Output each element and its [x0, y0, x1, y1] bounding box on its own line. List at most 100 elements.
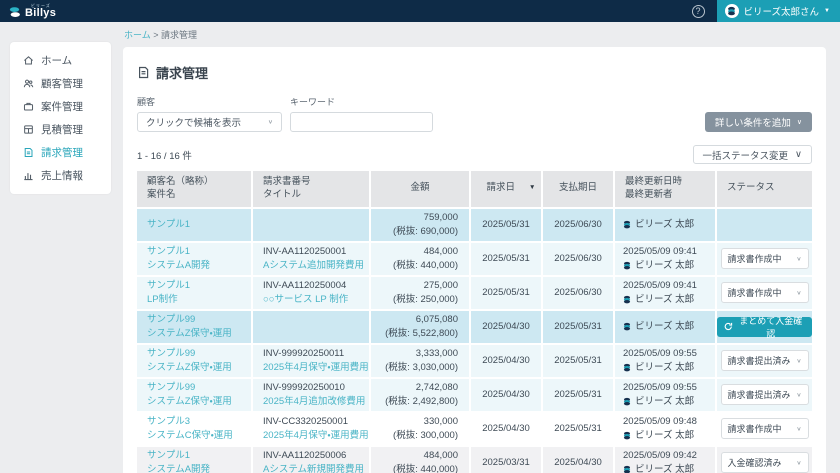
invoice-cell: INV-AA1120250001 Aシステム追加開発費用: [253, 242, 369, 275]
invoice-title-link[interactable]: 2025年4月保守・運用費用: [263, 429, 369, 442]
customer-link[interactable]: サンプル1: [147, 449, 251, 462]
status-dropdown[interactable]: 請求書作成中 ∨: [720, 418, 809, 440]
billys-logo-icon: [9, 6, 20, 17]
user-mini-avatar-icon: [623, 295, 631, 304]
user-mini-avatar-icon: [623, 431, 631, 440]
user-menu-button[interactable]: ビリーズ太郎さん ▼: [716, 0, 840, 22]
table-row: サンプル99 システムZ保守・運用 6,075,080 (税抜: 5,522,800)…: [137, 310, 812, 343]
invoice-date-cell: 2025/03/31: [471, 446, 541, 473]
updated-cell: 2025/05/09 09:55 ビリーズ 太郎: [615, 378, 715, 411]
breadcrumb: ホーム > 請求管理: [124, 28, 826, 41]
sidebar-item-estimates[interactable]: 見積管理: [10, 118, 111, 141]
invoice-icon: [24, 147, 33, 158]
amount-value: 6,075,080: [415, 314, 458, 326]
table-row: サンプル3 システムC保守・運用 INV-CC3320250001 2025年4月保守…: [137, 412, 812, 445]
due-date-cell: 2025/04/30: [543, 446, 613, 473]
invoice-page-icon: [139, 66, 149, 79]
chevron-down-icon: ∨: [795, 149, 802, 160]
breadcrumb-home-link[interactable]: ホーム: [124, 30, 151, 40]
user-name: ビリーズ太郎さん: [743, 7, 820, 18]
invoice-title-link[interactable]: 2025年4月保守・運用費用: [263, 361, 369, 374]
amount-tax-note: (税抜: 250,000): [393, 293, 458, 305]
customer-link[interactable]: サンプル99: [147, 381, 251, 394]
updated-cell: ビリーズ 太郎: [615, 310, 715, 343]
amount-tax-note: (税抜: 5,522,800): [385, 327, 458, 339]
customer-link[interactable]: サンプル99: [147, 347, 251, 360]
status-dropdown[interactable]: 請求書作成中 ∨: [720, 248, 809, 270]
refresh-icon: [724, 322, 733, 331]
status-dropdown[interactable]: 請求書提出済み ∨: [720, 350, 809, 372]
customer-link[interactable]: サンプル3: [147, 415, 251, 428]
customer-select[interactable]: クリックで候補を表示 ∨: [137, 112, 282, 132]
status-cell: まとめて入金確認: [717, 310, 812, 343]
amount-cell: 330,000 (税抜: 300,000): [371, 412, 469, 445]
invoice-title-link[interactable]: 2025年4月追加改修費用: [263, 395, 369, 408]
status-label: 入金確認済み: [727, 458, 782, 469]
page-title-row: 請求管理: [137, 63, 812, 82]
keyword-input[interactable]: [290, 112, 433, 132]
header-invoice-date[interactable]: 請求日 ▼: [471, 171, 541, 207]
updated-cell: 2025/05/09 09:41 ビリーズ 太郎: [615, 242, 715, 275]
updater: ビリーズ 太郎: [623, 218, 715, 231]
project-link[interactable]: システムZ保守・運用: [147, 361, 251, 374]
invoice-management-card: 請求管理 顧客 クリックで候補を表示 ∨ キーワード 詳しい条件を追加 ∨ 1 …: [123, 47, 826, 473]
invoice-title-link[interactable]: Aシステム新規開発費用: [263, 463, 369, 473]
bulk-payment-confirm-button[interactable]: まとめて入金確認: [717, 315, 812, 339]
customer-cell: サンプル99 システムZ保守・運用: [137, 378, 251, 411]
project-link[interactable]: システムC保守・運用: [147, 429, 251, 442]
status-dropdown[interactable]: 請求書作成中 ∨: [720, 282, 809, 304]
updater-name: ビリーズ 太郎: [635, 395, 695, 407]
app-logo[interactable]: ビリーズ Billys: [9, 3, 56, 19]
status-cell: [717, 208, 812, 241]
amount-tax-note: (税抜: 2,492,800): [385, 395, 458, 407]
result-count: 1 - 16 / 16 件: [137, 150, 192, 162]
customer-link[interactable]: サンプル1: [147, 218, 251, 231]
customer-link[interactable]: サンプル1: [147, 279, 251, 292]
help-icon[interactable]: ?: [691, 4, 705, 18]
advanced-conditions-button[interactable]: 詳しい条件を追加 ∨: [704, 112, 812, 132]
updater: ビリーズ 太郎: [623, 429, 715, 442]
invoice-date-cell: 2025/04/30: [471, 344, 541, 377]
bulk-status-change-button[interactable]: 一括ステータス変更 ∨: [692, 145, 812, 164]
sidebar-item-projects[interactable]: 案件管理: [10, 95, 111, 118]
sidebar-item-invoices[interactable]: 請求管理: [10, 141, 111, 164]
updater-name: ビリーズ 太郎: [635, 361, 695, 373]
project-link[interactable]: システムZ保守・運用: [147, 327, 251, 340]
status-dropdown[interactable]: 請求書提出済み ∨: [720, 384, 809, 406]
project-link[interactable]: システムA開発: [147, 463, 251, 473]
header-status: ステータス: [717, 171, 812, 207]
bulk-status-change-label: 一括ステータス変更: [702, 150, 789, 162]
chevron-down-icon: ∨: [796, 392, 802, 398]
invoice-cell: INV-999920250011 2025年4月保守・運用費用: [253, 344, 369, 377]
amount-tax-note: (税抜: 440,000): [393, 463, 458, 473]
invoice-title-link[interactable]: Aシステム追加開発費用: [263, 259, 369, 272]
amount-value: 3,333,000: [415, 348, 458, 360]
sidebar-item-customers[interactable]: 顧客管理: [10, 72, 111, 95]
due-date-cell: 2025/06/30: [543, 208, 613, 241]
sort-desc-icon: ▼: [529, 184, 536, 192]
project-link[interactable]: システムZ保守・運用: [147, 395, 251, 408]
estimate-icon: [24, 125, 33, 134]
invoice-date-cell: 2025/05/31: [471, 276, 541, 309]
status-dropdown[interactable]: 入金確認済み ∨: [720, 452, 809, 473]
customer-link[interactable]: サンプル99: [147, 313, 251, 326]
amount-cell: 759,000 (税抜: 690,000): [371, 208, 469, 241]
amount-value: 759,000: [423, 212, 458, 224]
user-mini-avatar-icon: [623, 465, 631, 473]
logo-text: ビリーズ Billys: [25, 3, 56, 19]
app-screen: ビリーズ Billys ? ビリーズ太郎さん ▼ ホーム 顧客管理 案件管理 見…: [0, 0, 840, 473]
invoice-title-link[interactable]: ○○サービス LP 制作: [263, 293, 369, 306]
status-label: まとめて入金確認: [739, 315, 803, 339]
sidebar-item-sales[interactable]: 売上情報: [10, 164, 111, 187]
user-mini-avatar-icon: [623, 363, 631, 372]
table-row: サンプル1 LP制作 INV-AA1120250004 ○○サービス LP 制作 275…: [137, 276, 812, 309]
project-link[interactable]: LP制作: [147, 293, 251, 306]
chevron-down-icon: ∨: [796, 426, 802, 432]
sidebar-item-home[interactable]: ホーム: [10, 49, 111, 72]
main-area: ホーム > 請求管理 請求管理 顧客 クリックで候補を表示 ∨ キーワード 詳し…: [123, 26, 826, 473]
customer-link[interactable]: サンプル1: [147, 245, 251, 258]
topbar: ビリーズ Billys ? ビリーズ太郎さん ▼: [0, 0, 840, 22]
project-link[interactable]: システムA開発: [147, 259, 251, 272]
updater: ビリーズ 太郎: [623, 463, 715, 473]
status-label: 請求書作成中: [727, 254, 782, 265]
